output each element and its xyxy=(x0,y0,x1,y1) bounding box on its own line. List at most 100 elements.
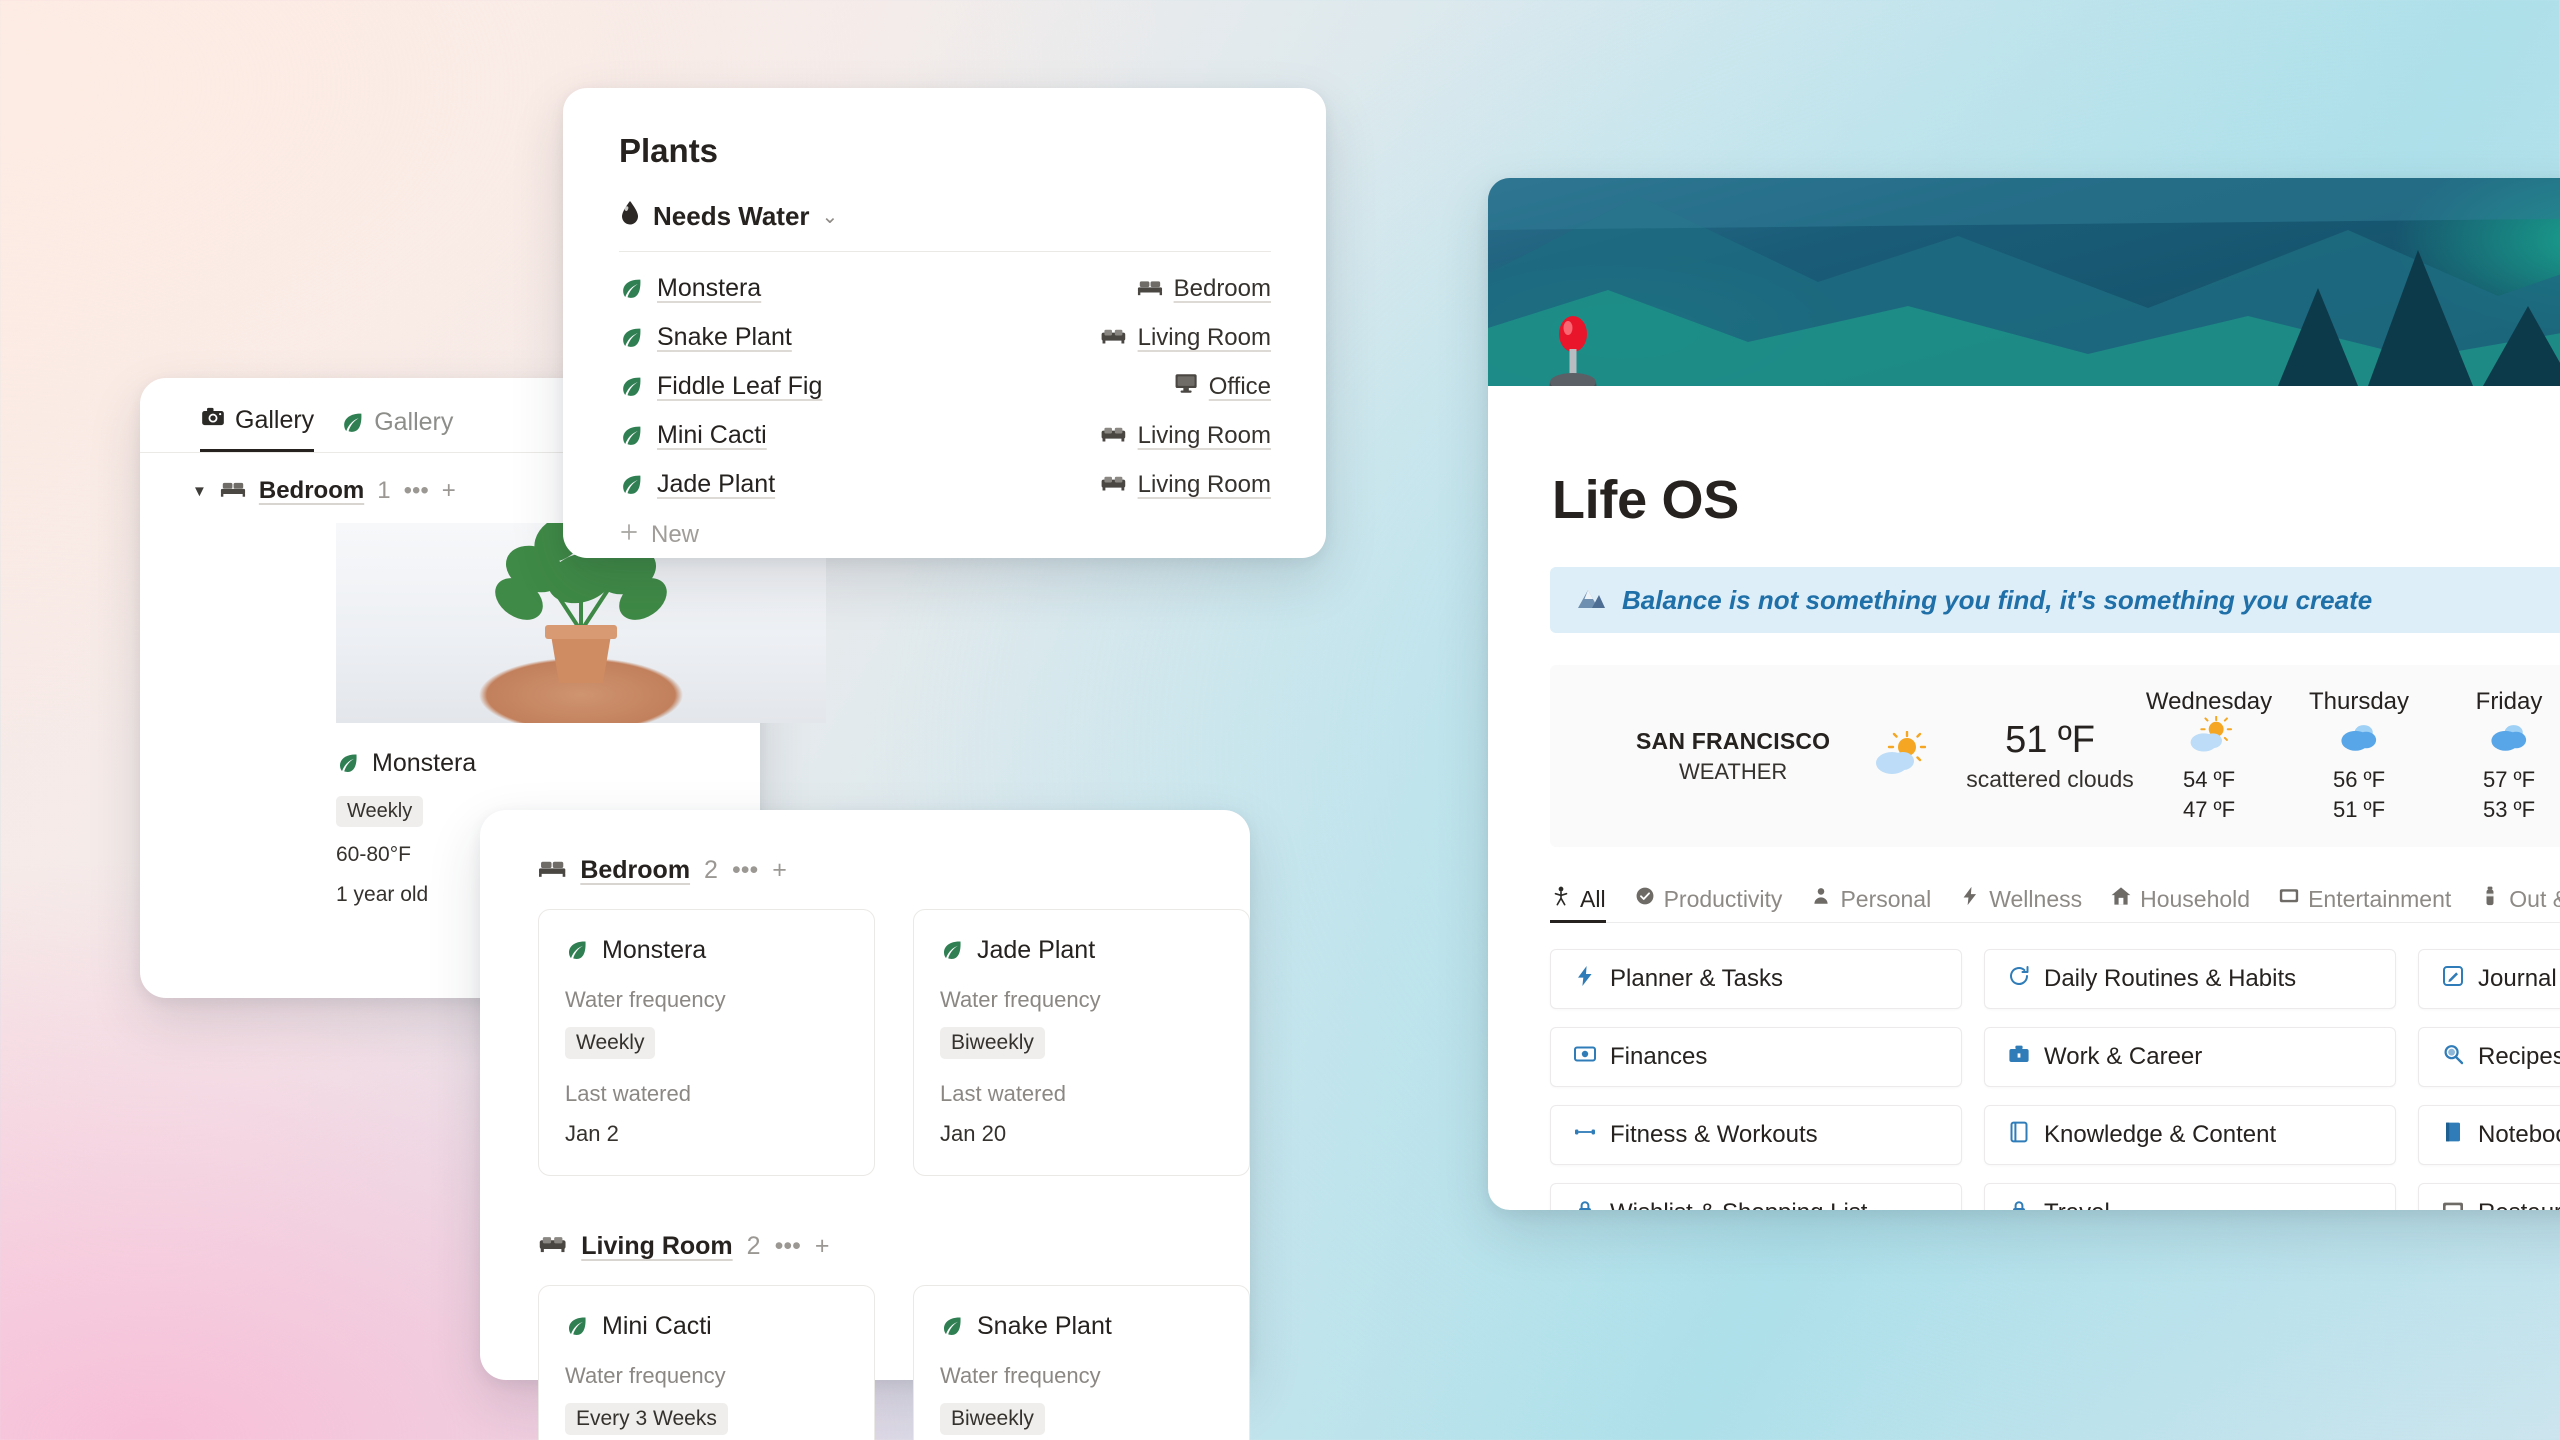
sun-behind-cloud-icon xyxy=(2134,715,2284,759)
weather-day-high: 57 ºF xyxy=(2482,766,2536,792)
leaf-icon xyxy=(565,938,590,963)
life-os-tab-label: Out & About xyxy=(2509,885,2560,912)
life-os-tab-productivity[interactable]: Productivity xyxy=(1634,885,1783,923)
weather-current: SAN FRANCISCO WEATHER 51 ºF scattered cl… xyxy=(1590,719,2134,793)
board-group-header[interactable]: Living Room 2 ••• + xyxy=(480,1176,1250,1261)
leaf-icon xyxy=(565,1314,590,1339)
weather-day-low: 53 ºF xyxy=(2482,796,2536,822)
mountain-forest-art xyxy=(1488,178,2560,386)
more-options-icon[interactable]: ••• xyxy=(775,1232,801,1261)
tab-gallery-photos[interactable]: Gallery xyxy=(200,404,314,452)
life-os-link-label: Work & Career xyxy=(2044,1043,2203,1070)
plant-row[interactable]: Mini Cacti Living Room xyxy=(619,411,1271,460)
leaf-icon xyxy=(340,410,365,435)
tab-gallery-plants[interactable]: Gallery xyxy=(340,408,453,452)
board-card-item[interactable]: Jade Plant Water frequency Biweekly Last wa… xyxy=(913,909,1250,1176)
weather-subtitle: WEATHER xyxy=(1678,758,1788,784)
plant-room: Living Room xyxy=(1137,470,1271,498)
life-os-link-work-career[interactable]: Work & Career xyxy=(1984,1027,2396,1087)
board-card-freq-label: Water frequency xyxy=(940,1363,1101,1388)
plant-row[interactable]: Jade Plant Living Room xyxy=(619,460,1271,509)
weather-day-high: 54 ºF xyxy=(2182,766,2236,792)
life-os-tab-wellness[interactable]: Wellness xyxy=(1959,885,2082,923)
weather-day-name: Thursday xyxy=(2308,687,2410,715)
weather-forecast-day: Friday 57 ºF 53 ºF xyxy=(2434,688,2560,824)
add-item-icon[interactable]: + xyxy=(772,856,787,885)
life-os-tab-label: Wellness xyxy=(1989,885,2083,912)
life-os-link-daily-routines-habits[interactable]: Daily Routines & Habits xyxy=(1984,949,2396,1009)
cloud-icon xyxy=(2284,716,2434,759)
plant-row[interactable]: Snake Plant Living Room xyxy=(619,313,1271,362)
plants-row-list: Monstera Bedroom Snake Plant Living Room Fid… xyxy=(563,252,1326,509)
life-os-tab-entertainment[interactable]: Entertainment xyxy=(2278,885,2451,923)
life-os-link-recipes-meals[interactable]: Recipes & Meals xyxy=(2418,1027,2560,1087)
plus-icon xyxy=(619,521,639,549)
plant-name: Jade Plant xyxy=(657,470,776,498)
board-card-title: Monstera xyxy=(602,936,707,964)
board-card-item[interactable]: Monstera Water frequency Weekly Last watere… xyxy=(538,909,875,1176)
bed-icon xyxy=(538,856,566,885)
life-os-link-knowledge-content[interactable]: Knowledge & Content xyxy=(1984,1105,2396,1165)
life-os-link-travel[interactable]: Travel xyxy=(1984,1183,2396,1210)
lock-icon xyxy=(1573,1198,1597,1210)
board-card-title: Jade Plant xyxy=(977,936,1096,964)
life-os-tab-out-about[interactable]: Out & About xyxy=(2479,885,2560,923)
plant-name: Monstera xyxy=(657,274,762,302)
add-item-icon[interactable]: + xyxy=(442,477,456,505)
leaf-icon xyxy=(619,325,644,350)
monitor-icon xyxy=(1174,372,1198,401)
leaf-icon xyxy=(940,1314,965,1339)
life-os-link-wishlist-shopping-list[interactable]: Wishlist & Shopping List xyxy=(1550,1183,1962,1210)
tv-icon xyxy=(2441,1198,2465,1210)
life-os-link-label: Finances xyxy=(1610,1043,1708,1070)
life-os-link-label: Daily Routines & Habits xyxy=(2044,965,2297,992)
life-os-link-label: Wishlist & Shopping List xyxy=(1610,1199,1867,1210)
board-card-watered-label: Last watered xyxy=(940,1081,1066,1106)
life-os-link-journal-notes[interactable]: Journal & Notes xyxy=(2418,949,2560,1009)
life-os-link-label: Fitness & Workouts xyxy=(1610,1121,1818,1148)
more-options-icon[interactable]: ••• xyxy=(732,856,758,885)
person-icon xyxy=(1550,885,1572,913)
leaf-icon xyxy=(619,423,644,448)
bed-icon xyxy=(1137,275,1163,303)
couch-icon xyxy=(1100,471,1127,499)
camera-icon xyxy=(200,404,226,437)
plants-new-row[interactable]: New xyxy=(563,509,1326,549)
life-os-link-restaurants[interactable]: Restaurants xyxy=(2418,1183,2560,1210)
board-card-item[interactable]: Mini Cacti Water frequency Every 3 Weeks xyxy=(538,1285,875,1440)
life-os-quote-text: Balance is not something you find, it's … xyxy=(1622,584,2373,615)
life-os-tab-bar: All Productivity Personal Wellness Household… xyxy=(1550,885,2560,923)
life-os-link-notebook[interactable]: Notebook xyxy=(2418,1105,2560,1165)
more-options-icon[interactable]: ••• xyxy=(404,477,429,505)
life-os-link-planner-tasks[interactable]: Planner & Tasks xyxy=(1550,949,1962,1009)
chevron-down-icon[interactable]: ⌄ xyxy=(822,204,839,229)
add-item-icon[interactable]: + xyxy=(815,1232,830,1261)
life-os-link-label: Notebook xyxy=(2478,1121,2560,1148)
life-os-link-label: Travel xyxy=(2044,1199,2110,1210)
plants-view-selector[interactable]: Needs Water ⌄ xyxy=(563,170,1326,233)
tab-gallery-photos-label: Gallery xyxy=(235,406,315,434)
gallery-group-count: 1 xyxy=(377,477,391,504)
board-card-item[interactable]: Snake Plant Water frequency Biweekly xyxy=(913,1285,1250,1440)
plant-row[interactable]: Monstera Bedroom xyxy=(619,264,1271,313)
house-icon xyxy=(2110,885,2132,913)
dumbbell-icon xyxy=(1573,1120,1597,1151)
gallery-group-name: Bedroom xyxy=(258,477,365,504)
chevron-down-icon[interactable]: ▼ xyxy=(192,483,207,500)
gallery-item-title-row: Monstera xyxy=(336,749,630,778)
couch-icon xyxy=(1100,422,1127,450)
life-os-tab-label: Productivity xyxy=(1663,885,1783,912)
life-os-link-finances[interactable]: Finances xyxy=(1550,1027,1962,1087)
life-os-tab-household[interactable]: Household xyxy=(2110,885,2250,923)
board-group-header[interactable]: Bedroom 2 ••• + xyxy=(480,810,1250,885)
life-os-tab-personal[interactable]: Personal xyxy=(1810,885,1931,923)
board-card-title: Mini Cacti xyxy=(602,1312,712,1340)
life-os-link-fitness-workouts[interactable]: Fitness & Workouts xyxy=(1550,1105,1962,1165)
plants-card-title: Plants xyxy=(619,132,719,169)
life-os-link-label: Knowledge & Content xyxy=(2044,1121,2277,1148)
plant-row[interactable]: Fiddle Leaf Fig Office xyxy=(619,362,1271,411)
board-card-watered-value: Jan 20 xyxy=(940,1121,1007,1146)
life-os-tab-all[interactable]: All xyxy=(1550,885,1606,923)
tv-icon xyxy=(2278,885,2300,913)
plants-card: Plants Needs Water ⌄ Monstera Bedroom Snak… xyxy=(563,88,1326,558)
